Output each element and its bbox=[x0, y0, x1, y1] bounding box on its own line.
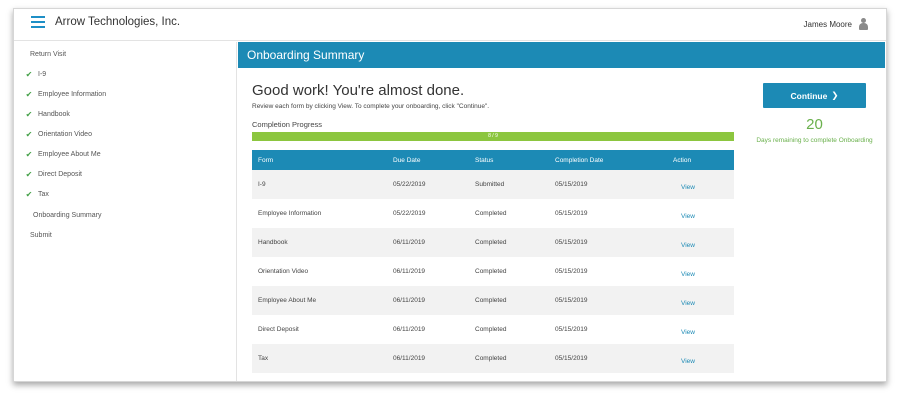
column-header-action: Action bbox=[673, 156, 692, 164]
completion-date-cell: 05/15/2019 bbox=[555, 326, 588, 333]
completion-progress-bar: 8 / 9 bbox=[252, 132, 734, 141]
progress-label: Completion Progress bbox=[252, 120, 323, 129]
days-remaining-count: 20 bbox=[806, 116, 823, 133]
checkmark-icon: ✔ bbox=[25, 69, 33, 79]
progress-text: 8 / 9 bbox=[488, 133, 498, 139]
continue-button[interactable]: Continue ❯ bbox=[763, 83, 866, 108]
status-cell: Completed bbox=[475, 239, 507, 246]
checkmark-icon: ✔ bbox=[25, 169, 33, 179]
status-cell: Completed bbox=[475, 326, 507, 333]
sidebar-item-direct-deposit[interactable]: ✔ Direct Deposit bbox=[24, 167, 82, 181]
due-date-cell: 06/11/2019 bbox=[393, 297, 426, 304]
continue-button-label: Continue bbox=[790, 90, 828, 101]
table-row: Employee Information 05/22/2019 Complete… bbox=[252, 199, 734, 228]
completion-date-cell: 05/15/2019 bbox=[555, 355, 588, 362]
form-cell: Tax bbox=[258, 355, 269, 362]
sidebar-item-employee-information[interactable]: ✔ Employee Information bbox=[24, 87, 106, 101]
form-cell: Orientation Video bbox=[258, 268, 309, 275]
form-cell: Handbook bbox=[258, 239, 288, 246]
company-name: Arrow Technologies, Inc. bbox=[55, 16, 181, 28]
column-header-completion-date: Completion Date bbox=[555, 156, 604, 164]
sidebar-item-label: Submit bbox=[30, 231, 52, 239]
user-menu[interactable]: James Moore bbox=[804, 18, 869, 31]
user-name: James Moore bbox=[803, 20, 852, 29]
view-link[interactable]: View bbox=[667, 236, 734, 249]
form-cell: Employee About Me bbox=[258, 297, 317, 304]
status-cell: Completed bbox=[475, 210, 507, 217]
due-date-cell: 06/11/2019 bbox=[393, 326, 426, 333]
view-link[interactable]: View bbox=[667, 178, 734, 191]
due-date-cell: 06/11/2019 bbox=[393, 355, 426, 362]
sidebar-item-submit[interactable]: Submit bbox=[30, 228, 52, 242]
sidebar-item-label: Direct Deposit bbox=[38, 170, 82, 178]
sidebar-item-label: Orientation Video bbox=[38, 130, 92, 138]
column-header-form: Form bbox=[258, 156, 274, 164]
view-link[interactable]: View bbox=[667, 352, 734, 365]
table-header: Form Due Date Status Completion Date Act… bbox=[252, 150, 734, 170]
page-title: Onboarding Summary bbox=[238, 42, 885, 68]
table-row: Handbook 06/11/2019 Completed 05/15/2019… bbox=[252, 228, 734, 257]
checkmark-icon: ✔ bbox=[25, 149, 33, 159]
sidebar-item-i9[interactable]: ✔ I-9 bbox=[24, 67, 47, 81]
app-window: Arrow Technologies, Inc. James Moore Ret… bbox=[13, 8, 887, 382]
form-cell: I-9 bbox=[258, 181, 266, 188]
sidebar-item-return-visit[interactable]: Return Visit bbox=[30, 47, 66, 61]
sidebar-item-label: Return Visit bbox=[30, 50, 67, 58]
form-cell: Employee Information bbox=[258, 210, 322, 217]
column-header-due-date: Due Date bbox=[393, 156, 421, 164]
sidebar-item-label: I-9 bbox=[38, 70, 47, 78]
completion-date-cell: 05/15/2019 bbox=[555, 210, 588, 217]
sidebar-item-onboarding-summary[interactable]: Onboarding Summary bbox=[33, 208, 101, 222]
sidebar-item-label: Employee About Me bbox=[38, 150, 101, 158]
instructions-text: Review each form by clicking View. To co… bbox=[252, 103, 490, 110]
completion-date-cell: 05/15/2019 bbox=[555, 268, 588, 275]
view-link[interactable]: View bbox=[667, 323, 734, 336]
main-content: Onboarding Summary Good work! You're alm… bbox=[238, 42, 886, 381]
chevron-right-icon: ❯ bbox=[831, 90, 839, 100]
form-cell: Direct Deposit bbox=[258, 326, 299, 333]
view-link[interactable]: View bbox=[667, 294, 734, 307]
sidebar-item-label: Onboarding Summary bbox=[33, 211, 102, 219]
due-date-cell: 06/11/2019 bbox=[393, 268, 426, 275]
table-row: Employee About Me 06/11/2019 Completed 0… bbox=[252, 286, 734, 315]
headline: Good work! You're almost done. bbox=[252, 82, 465, 99]
completion-date-cell: 05/15/2019 bbox=[555, 297, 588, 304]
column-header-status: Status bbox=[475, 156, 494, 164]
sidebar-item-label: Handbook bbox=[38, 110, 70, 118]
sidebar: Return Visit ✔ I-9 ✔ Employee Informatio… bbox=[14, 42, 237, 381]
forms-table: Form Due Date Status Completion Date Act… bbox=[252, 150, 734, 373]
table-row: Orientation Video 06/11/2019 Completed 0… bbox=[252, 257, 734, 286]
checkmark-icon: ✔ bbox=[25, 189, 33, 199]
status-cell: Submitted bbox=[475, 181, 505, 188]
due-date-cell: 05/22/2019 bbox=[393, 181, 426, 188]
view-link[interactable]: View bbox=[667, 207, 734, 220]
table-row: I-9 05/22/2019 Submitted 05/15/2019 View bbox=[252, 170, 734, 199]
sidebar-item-handbook[interactable]: ✔ Handbook bbox=[24, 107, 70, 121]
due-date-cell: 05/22/2019 bbox=[393, 210, 426, 217]
sidebar-item-orientation-video[interactable]: ✔ Orientation Video bbox=[24, 127, 92, 141]
user-icon bbox=[858, 18, 869, 31]
checkmark-icon: ✔ bbox=[25, 109, 33, 119]
sidebar-item-tax[interactable]: ✔ Tax bbox=[24, 187, 49, 201]
completion-date-cell: 05/15/2019 bbox=[555, 181, 588, 188]
status-cell: Completed bbox=[475, 355, 507, 362]
completion-date-cell: 05/15/2019 bbox=[555, 239, 588, 246]
table-row: Direct Deposit 06/11/2019 Completed 05/1… bbox=[252, 315, 734, 344]
sidebar-item-label: Employee Information bbox=[38, 90, 107, 98]
hamburger-menu-icon[interactable] bbox=[31, 16, 45, 28]
top-bar: Arrow Technologies, Inc. James Moore bbox=[14, 9, 886, 41]
table-row: Tax 06/11/2019 Completed 05/15/2019 View bbox=[252, 344, 734, 373]
view-link[interactable]: View bbox=[667, 265, 734, 278]
sidebar-item-employee-about-me[interactable]: ✔ Employee About Me bbox=[24, 147, 101, 161]
checkmark-icon: ✔ bbox=[25, 89, 33, 99]
status-cell: Completed bbox=[475, 268, 507, 275]
due-date-cell: 06/11/2019 bbox=[393, 239, 426, 246]
status-cell: Completed bbox=[475, 297, 507, 304]
checkmark-icon: ✔ bbox=[25, 129, 33, 139]
sidebar-item-label: Tax bbox=[38, 190, 49, 198]
days-remaining-label: Days remaining to complete Onboarding bbox=[756, 137, 873, 144]
